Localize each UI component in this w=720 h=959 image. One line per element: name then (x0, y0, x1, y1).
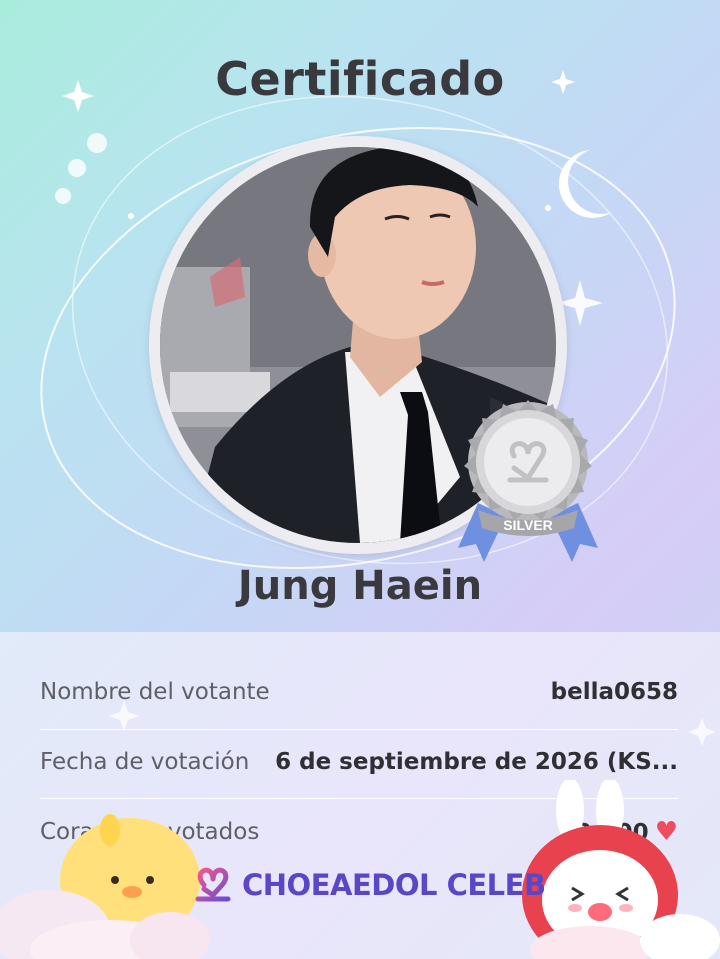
voter-row: Nombre del votante bella0658 (40, 672, 678, 712)
divider (40, 729, 678, 730)
brand-logo: CHOEAEDOL CELEB (190, 862, 546, 908)
celebrity-name: Jung Haein (237, 563, 483, 609)
voter-label: Nombre del votante (40, 679, 270, 705)
brand-name: CHOEAEDOL CELEB (242, 868, 546, 902)
certificate-title: Certificado (215, 52, 505, 106)
voter-value: bella0658 (550, 679, 678, 705)
date-value: 6 de septiembre de 2026 (KS... (275, 749, 678, 775)
silver-badge: SILVER (458, 400, 598, 562)
date-row: Fecha de votación 6 de septiembre de 202… (40, 742, 678, 782)
date-label: Fecha de votación (40, 749, 250, 775)
heart-logo-icon (195, 867, 231, 902)
chick-mascot (0, 814, 210, 959)
badge-level-text: SILVER (503, 517, 553, 533)
